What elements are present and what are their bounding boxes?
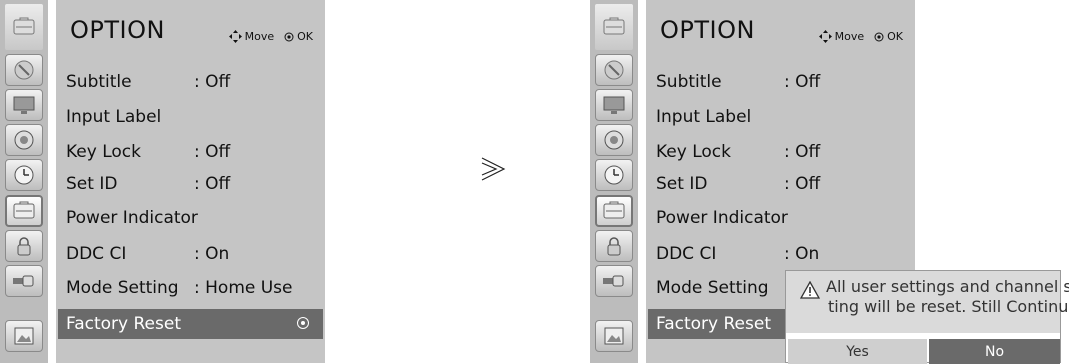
- navigation-hints: Move OK: [818, 30, 903, 43]
- sidebar: [0, 0, 48, 363]
- ok-button-icon: [874, 32, 884, 41]
- menu-item-label: Subtitle: [656, 72, 722, 92]
- menu-item-label: Factory Reset: [656, 314, 771, 334]
- menu-item-label: Key Lock: [66, 142, 141, 162]
- menu-item-value: : On: [194, 244, 230, 264]
- menu-item-subtitle[interactable]: Subtitle : Off: [56, 67, 325, 97]
- dialog-message-line-1: All user settings and channel set-: [826, 277, 1069, 296]
- factory-reset-confirm-dialog: All user settings and channel set- ting …: [785, 270, 1069, 364]
- lock-icon[interactable]: [595, 230, 633, 262]
- yes-button[interactable]: Yes: [788, 339, 927, 364]
- menu-item-mode-setting[interactable]: Mode Setting : Home Use: [56, 273, 325, 303]
- clock-icon[interactable]: [595, 159, 633, 191]
- no-button[interactable]: No: [929, 339, 1060, 364]
- menu-item-label: Factory Reset: [66, 314, 181, 334]
- menu-item-label: Subtitle: [66, 72, 132, 92]
- menu-item-power-indicator[interactable]: Power Indicator: [56, 203, 325, 233]
- menu-item-label: Input Label: [656, 107, 752, 127]
- navigation-hints: Move OK: [228, 30, 313, 43]
- menu-item-key-lock[interactable]: Key Lock : Off: [56, 137, 325, 167]
- sidebar: [590, 0, 638, 363]
- menu-item-ddc-ci[interactable]: DDC CI : On: [56, 239, 325, 269]
- monitor-icon[interactable]: [595, 89, 633, 121]
- warning-icon: [800, 281, 820, 299]
- option-icon[interactable]: [595, 195, 633, 227]
- menu-item-label: DDC CI: [656, 244, 717, 264]
- menu-item-subtitle[interactable]: Subtitle : Off: [646, 67, 915, 97]
- audio-icon[interactable]: [5, 124, 43, 156]
- menu-item-value: : Off: [784, 142, 821, 162]
- menu-item-set-id[interactable]: Set ID : Off: [646, 169, 915, 199]
- picture-icon[interactable]: [595, 320, 633, 352]
- menu-item-value: : Off: [194, 174, 231, 194]
- menu-item-label: Power Indicator: [66, 208, 198, 228]
- move-arrows-icon: [818, 30, 832, 43]
- menu-item-key-lock[interactable]: Key Lock : Off: [646, 137, 915, 167]
- option-menu-left: OPTION Move OK Subtitle : Off Input Labe…: [0, 0, 325, 363]
- menu-item-label: Input Label: [66, 107, 162, 127]
- ok-hint-label: OK: [297, 30, 313, 43]
- page-title: OPTION: [660, 16, 755, 44]
- dialog-message-line-2: ting will be reset. Still Continue?: [828, 297, 1069, 316]
- menu-item-value: : Off: [194, 142, 231, 162]
- menu-item-label: Set ID: [656, 174, 708, 194]
- input-icon[interactable]: [595, 265, 633, 297]
- clock-icon[interactable]: [5, 159, 43, 191]
- menu-item-value: : Off: [784, 174, 821, 194]
- audio-icon[interactable]: [595, 124, 633, 156]
- ok-radio-icon: [297, 317, 309, 329]
- option-icon: [595, 4, 633, 50]
- ok-hint-label: OK: [887, 30, 903, 43]
- move-hint-label: Move: [834, 30, 865, 43]
- picture-icon[interactable]: [5, 320, 43, 352]
- ok-button-icon: [284, 32, 294, 41]
- menu-item-value: : Off: [194, 72, 231, 92]
- menu-item-value: : On: [784, 244, 820, 264]
- input-icon[interactable]: [5, 265, 43, 297]
- lock-icon[interactable]: [5, 230, 43, 262]
- menu-item-label: Set ID: [66, 174, 118, 194]
- menu-item-label: DDC CI: [66, 244, 127, 264]
- menu-item-label: Mode Setting: [656, 278, 769, 298]
- menu-item-power-indicator[interactable]: Power Indicator: [646, 203, 915, 233]
- dialog-message: All user settings and channel set- ting …: [786, 271, 1069, 333]
- menu-item-set-id[interactable]: Set ID : Off: [56, 169, 325, 199]
- menu-item-ddc-ci[interactable]: DDC CI : On: [646, 239, 915, 269]
- page-title: OPTION: [70, 16, 165, 44]
- double-chevron-right-icon: [481, 157, 506, 181]
- menu-item-input-label[interactable]: Input Label: [56, 102, 325, 132]
- satellite-icon[interactable]: [595, 54, 633, 86]
- option-icon: [5, 4, 43, 50]
- option-icon[interactable]: [5, 195, 43, 227]
- menu-item-label: Key Lock: [656, 142, 731, 162]
- menu-area: OPTION Move OK Subtitle : Off Input Labe…: [56, 0, 325, 363]
- satellite-icon[interactable]: [5, 54, 43, 86]
- menu-item-value: : Off: [784, 72, 821, 92]
- menu-item-input-label[interactable]: Input Label: [646, 102, 915, 132]
- menu-item-label: Power Indicator: [656, 208, 788, 228]
- menu-item-factory-reset[interactable]: Factory Reset: [58, 309, 323, 339]
- move-hint-label: Move: [244, 30, 275, 43]
- menu-item-label: Mode Setting: [66, 278, 179, 298]
- move-arrows-icon: [228, 30, 242, 43]
- monitor-icon[interactable]: [5, 89, 43, 121]
- menu-item-value: : Home Use: [194, 278, 293, 298]
